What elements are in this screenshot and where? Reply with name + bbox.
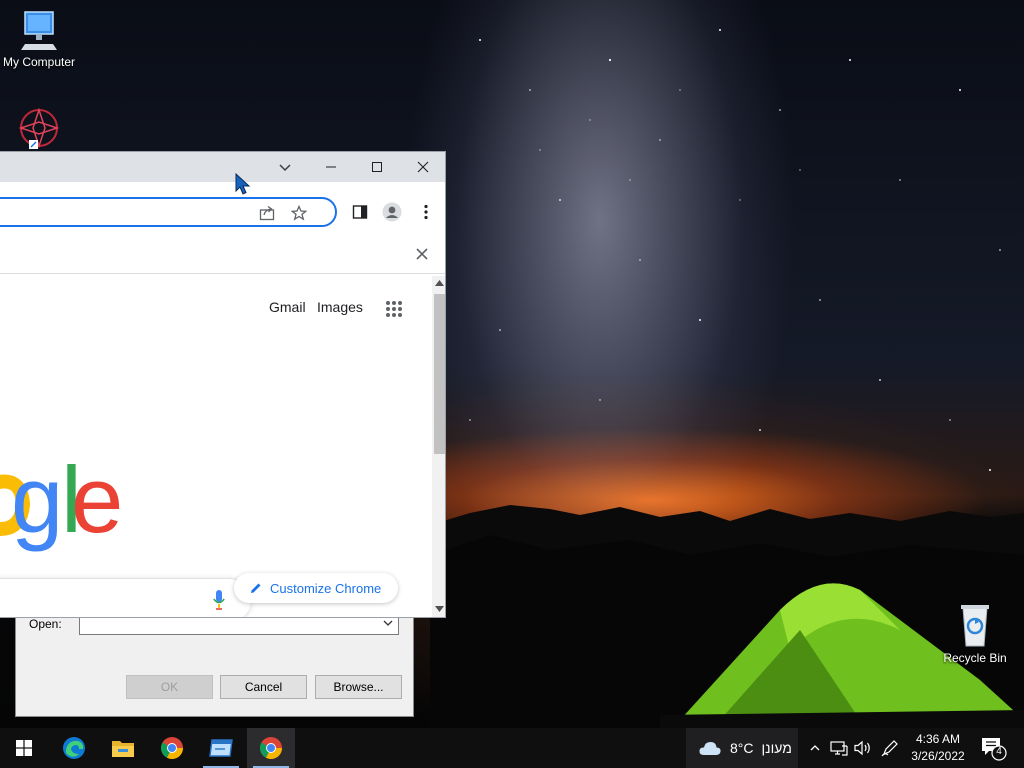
run-open-label: Open: [29,617,62,631]
windows-logo-icon [16,740,32,756]
chevron-down-icon[interactable] [382,617,394,629]
weather-condition: מעונן [761,740,792,756]
start-button[interactable] [0,728,48,768]
desktop-icon-label: My Computer [2,55,76,69]
notification-icon [982,738,1007,761]
google-homepage: Gmail Images g l e Customize Chrome [0,276,432,617]
taskbar-run-button[interactable] [197,728,245,768]
scrollbar-thumb[interactable] [434,294,445,454]
microphone-icon[interactable] [213,590,225,610]
minimize-icon [326,166,336,168]
profile-avatar-icon [382,202,402,222]
more-vertical-icon [424,204,428,220]
taskbar: 8°C מעונן 4:36 AM 3/26/2022 4 [0,728,1024,768]
speaker-icon [854,740,870,756]
logo-letter-g: g [11,447,59,552]
run-window-icon [209,739,233,757]
chrome-icon [161,737,183,760]
pen-tray-button[interactable] [880,738,900,758]
gmail-link[interactable]: Gmail [269,299,306,315]
network-icon [830,741,848,756]
google-logo: g l e [0,447,124,552]
chrome-icon [260,737,282,760]
profile-button[interactable] [381,201,403,223]
action-center-button[interactable]: 4 [980,736,1008,765]
run-ok-button[interactable]: OK [126,675,213,699]
chrome-toolbar [0,182,445,228]
pen-workspace-icon [881,740,898,757]
chrome-titlebar[interactable] [0,152,445,182]
share-button[interactable] [256,203,278,223]
computer-icon [21,11,57,50]
scroll-down-icon[interactable] [435,606,444,612]
desktop-icon-shortcut[interactable] [0,106,78,153]
tab-search-button[interactable] [262,152,308,182]
maximize-button[interactable] [354,152,400,182]
pencil-icon [251,583,261,593]
mouse-cursor-icon [235,173,251,195]
cloud-icon [699,742,721,755]
ornament-shortcut-icon [18,107,60,149]
clock-time: 4:36 AM [915,732,961,746]
run-cancel-button[interactable]: Cancel [220,675,307,699]
address-bar[interactable] [0,197,337,227]
desktop-icon-my-computer[interactable]: My Computer [0,10,78,69]
taskbar-file-explorer-button[interactable] [99,728,147,768]
network-tray-button[interactable] [829,738,849,758]
taskbar-clock[interactable]: 4:36 AM 3/26/2022 [906,731,970,765]
chevron-down-icon [279,164,291,172]
share-icon [259,205,275,221]
desktop-icon-label: Recycle Bin [943,651,1007,665]
close-button[interactable] [400,152,445,182]
folder-icon [112,741,134,757]
page-scrollbar[interactable] [432,276,445,617]
weather-temperature: 8°C [730,740,754,756]
side-panel-button[interactable] [349,201,371,223]
recycle-bin-icon [961,605,989,647]
chevron-up-icon [810,745,820,751]
taskbar-edge-button[interactable] [50,728,98,768]
weather-widget[interactable]: 8°C מעונן [686,728,798,768]
bookmark-star-button[interactable] [288,203,310,223]
google-apps-icon[interactable] [385,300,403,318]
google-search-box[interactable] [0,578,251,617]
maximize-icon [372,162,382,172]
close-icon [416,248,428,260]
show-hidden-icons-button[interactable] [805,738,825,758]
chrome-window: Gmail Images g l e Customize Chrome [0,151,446,618]
run-browse-button[interactable]: Browse... [315,675,402,699]
notification-count: 4 [996,746,1002,757]
taskbar-chrome-button[interactable] [148,728,196,768]
star-icon [291,205,307,221]
chrome-infobar [0,232,445,274]
logo-letter-e: e [71,447,120,552]
close-icon [417,161,429,173]
taskbar-chrome-active-button[interactable] [247,728,295,768]
scroll-up-icon[interactable] [435,280,444,286]
minimize-button[interactable] [308,152,354,182]
infobar-close-button[interactable] [413,245,431,263]
images-link[interactable]: Images [317,299,363,315]
customize-chrome-label: Customize Chrome [270,580,382,596]
clock-date: 3/26/2022 [911,749,965,763]
desktop-icon-recycle-bin[interactable]: Recycle Bin [936,602,1014,665]
edge-icon [63,737,85,759]
side-panel-icon [352,205,368,219]
customize-chrome-button[interactable]: Customize Chrome [234,573,398,603]
chrome-menu-button[interactable] [415,201,437,223]
volume-tray-button[interactable] [853,738,873,758]
